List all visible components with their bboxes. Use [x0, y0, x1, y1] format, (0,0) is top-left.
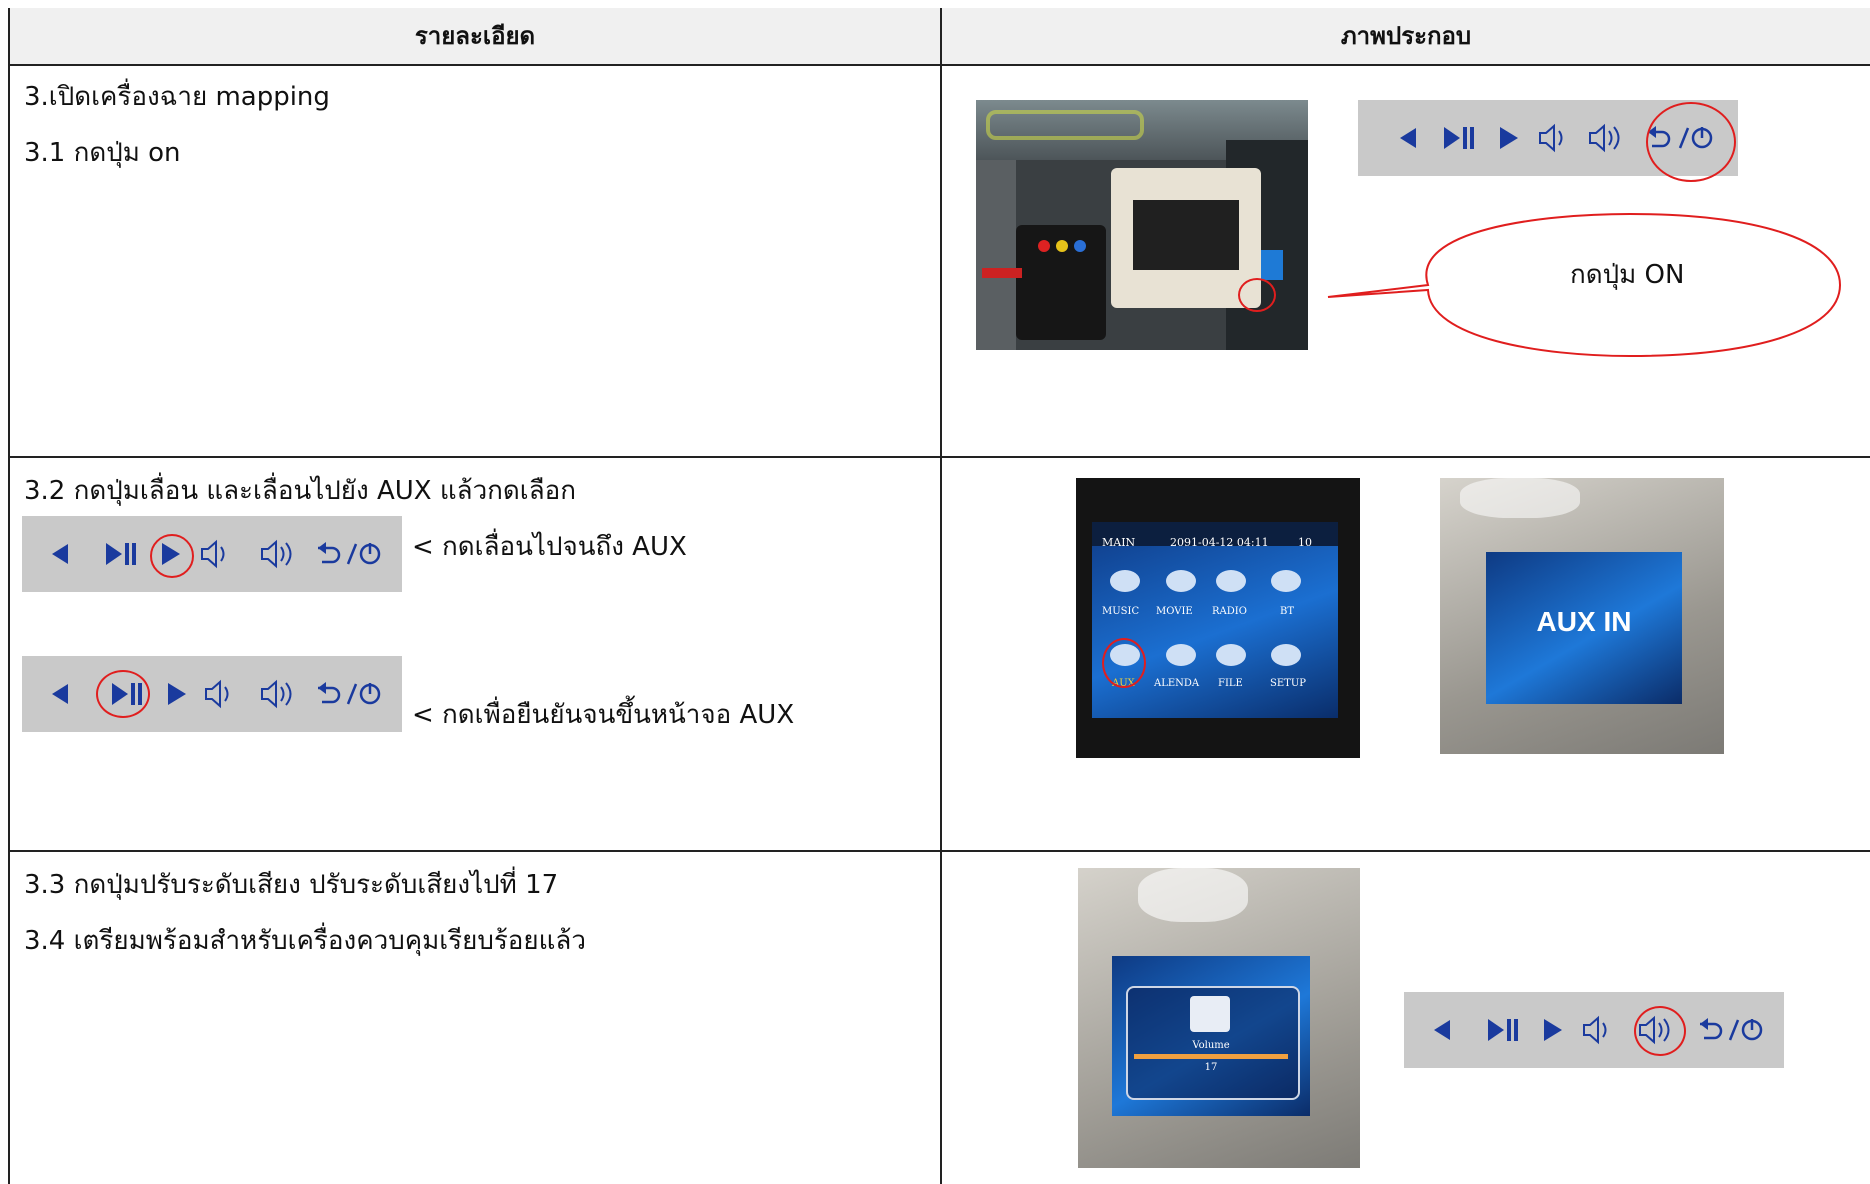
row-divider: [8, 64, 1870, 66]
button-strip-next: [22, 516, 402, 592]
menu-bt: BT: [1280, 606, 1295, 617]
volume-down-icon: [1583, 1015, 1607, 1045]
volume-down-icon: [201, 539, 225, 569]
header-illustration: ภาพประกอบ: [942, 8, 1870, 64]
aux-highlight: [1102, 638, 1146, 688]
prev-icon: [52, 684, 68, 704]
button-strip-volume: [1404, 992, 1784, 1068]
play-pause-icon: [1488, 1019, 1504, 1041]
step-3-3: 3.3 กดปุ่มปรับระดับเสียง ปรับระดับเสียงไ…: [24, 870, 559, 900]
play-button-highlight: [96, 670, 150, 718]
prev-icon: [1434, 1020, 1450, 1040]
back-power-icon: [1700, 1018, 1763, 1041]
menu-radio: RADIO: [1212, 606, 1247, 617]
volume-photo: Volume 17: [1078, 868, 1360, 1168]
play-pause-icon: [106, 543, 122, 565]
next-icon: [1500, 127, 1518, 149]
row-divider: [8, 456, 1870, 458]
button-strip-icons: [52, 539, 381, 569]
volume-up-icon: [261, 539, 292, 569]
header-details-label: รายละเอียด: [414, 22, 536, 50]
step-3-title: 3.เปิดเครื่องฉาย mapping: [24, 82, 330, 112]
back-power-icon: [318, 542, 381, 565]
note-confirm-aux: < กดเพื่อยืนยันจนขึ้นหน้าจอ AUX: [412, 700, 795, 730]
device-photo: [976, 100, 1308, 350]
prev-icon: [52, 544, 68, 564]
next-icon: [168, 683, 186, 705]
menu-setup: SETUP: [1270, 678, 1306, 689]
column-divider: [940, 8, 942, 1184]
button-strip-confirm: [22, 656, 402, 732]
menu-file: FILE: [1218, 678, 1243, 689]
volume-up-highlight: [1634, 1006, 1686, 1056]
aux-in-photo: AUX IN: [1440, 478, 1724, 754]
on-button-highlight: [1238, 278, 1276, 312]
header-illustration-label: ภาพประกอบ: [1340, 22, 1472, 50]
status-main: MAIN: [1102, 536, 1136, 549]
volume-up-icon: [1589, 123, 1620, 153]
power-button-highlight: [1646, 102, 1736, 182]
next-icon: [1544, 1019, 1562, 1041]
volume-down-icon: [205, 679, 229, 709]
status-datetime: 2091-04-12 04:11: [1170, 536, 1269, 549]
button-strip-icons: [52, 679, 381, 709]
volume-label: Volume: [1192, 1040, 1230, 1051]
step-3-2: 3.2 กดปุ่มเลื่อน และเลื่อนไปยัง AUX แล้ว…: [24, 476, 576, 506]
volume-value: 17: [1204, 1062, 1218, 1073]
menu-screen-photo: MAIN 2091-04-12 04:11 10 MUSIC MOVIE RAD…: [1076, 478, 1360, 758]
button-strip-icons: [1434, 1015, 1763, 1045]
step-3-1: 3.1 กดปุ่ม on: [24, 138, 181, 168]
play-pause-icon: [1444, 127, 1460, 149]
note-scroll-to-aux: < กดเลื่อนไปจนถึง AUX: [412, 532, 687, 562]
volume-down-icon: [1539, 123, 1563, 153]
prev-icon: [1400, 128, 1416, 148]
step-3-4: 3.4 เตรียมพร้อมสำหรับเครื่องควบคุมเรียบร…: [24, 926, 586, 956]
menu-music: MUSIC: [1102, 606, 1140, 617]
volume-bar: [1134, 1054, 1288, 1059]
menu-movie: MOVIE: [1156, 606, 1193, 617]
volume-up-icon: [261, 679, 292, 709]
aux-in-label: AUX IN: [1536, 606, 1632, 637]
header-details: รายละเอียด: [10, 8, 940, 64]
callout-text: กดปุ่ม ON: [1570, 260, 1685, 290]
menu-calendar: ALENDA: [1154, 678, 1200, 689]
status-volume: 10: [1298, 536, 1312, 549]
row-divider: [8, 850, 1870, 852]
back-power-icon: [318, 682, 381, 705]
next-button-highlight: [150, 534, 194, 578]
